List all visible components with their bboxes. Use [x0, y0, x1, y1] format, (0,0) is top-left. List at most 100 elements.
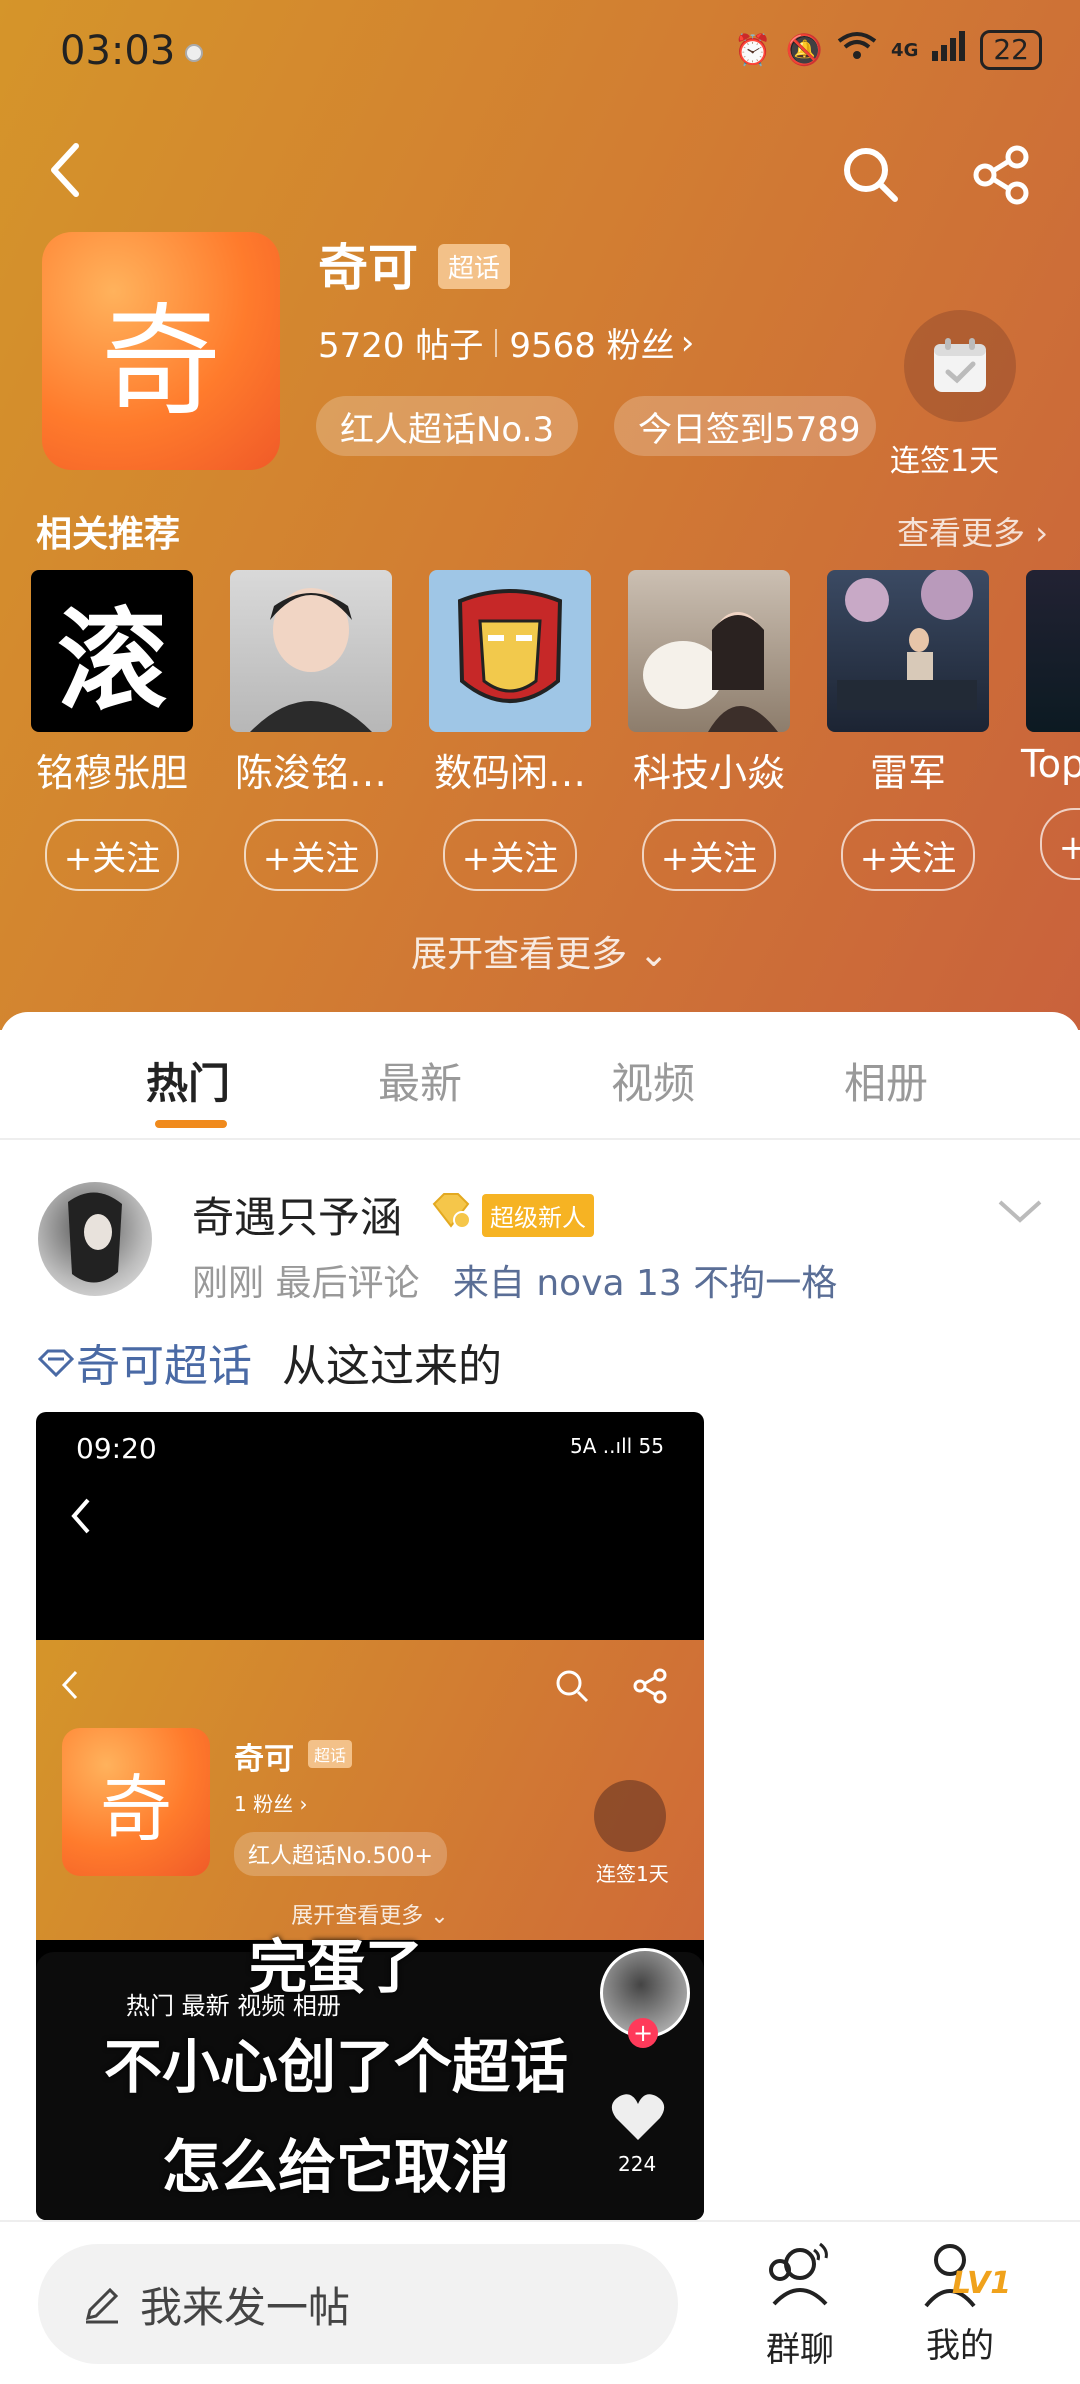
post-body: 从这过来的: [282, 1341, 502, 1392]
rec-item[interactable]: 数码闲… +关注: [410, 570, 610, 891]
checkin-count-pill[interactable]: 今日签到5789: [614, 396, 876, 456]
share-icon[interactable]: [966, 140, 1036, 210]
rank-pill[interactable]: 红人超话No.3: [316, 396, 579, 456]
person-night-photo-icon: [837, 570, 977, 710]
signal-label: 4G: [891, 39, 919, 61]
rec-item[interactable]: 陈浚铭… +关注: [211, 570, 411, 891]
media-avatar-char: 奇: [99, 1766, 172, 1851]
post-media[interactable]: 09:20 5A ..ıll 55 奇 奇可 超话 1 粉丝 › 红人超话No.…: [36, 1412, 704, 2220]
rec-item[interactable]: Top +关注: [1007, 570, 1080, 880]
follow-button[interactable]: +关注: [443, 819, 577, 891]
media-caption-1: 完蛋了: [248, 1933, 423, 2001]
supertopic-diamond-icon: [37, 1349, 75, 1377]
follow-button[interactable]: +关注: [45, 819, 179, 891]
chevron-down-icon: ⌄: [638, 934, 669, 975]
media-caption-3: 怎么给它取消: [161, 2133, 510, 2201]
media-share-icon: [632, 1668, 668, 1708]
notification-dot: [185, 44, 203, 62]
post-text: 奇可超话 从这过来的: [36, 1330, 502, 1394]
supertopic-avatar: 奇: [42, 232, 280, 470]
rec-name: 雷军: [869, 751, 946, 795]
media-fans: 1 粉丝 ›: [234, 1792, 308, 1816]
tab-album[interactable]: 相册: [844, 1050, 928, 1111]
media-like-count: 224: [618, 2152, 657, 2176]
rec-name: 铭穆张胆: [35, 751, 188, 795]
post-author-name[interactable]: 奇遇只予涵: [192, 1184, 402, 1245]
topic-label: 奇可超话: [76, 1341, 252, 1392]
recommendations-row: 滚 铭穆张胆 +关注 陈浚铭… +关注 数码闲… +关注 科技小焱 +关注 雷军…: [0, 570, 1080, 900]
signal-icon: [932, 31, 966, 69]
status-bar: 03:03 ⏰ 🔕 4G 22: [0, 0, 1080, 100]
status-time: 03:03: [60, 28, 176, 74]
supertopic-stats[interactable]: 5720 帖子 9568 粉丝 ›: [318, 318, 694, 367]
recommendations-title: 相关推荐: [36, 514, 181, 555]
diamond-badge-icon: [428, 1192, 474, 1234]
follow-button[interactable]: +关注: [642, 819, 776, 891]
expand-more-label: 展开查看更多: [411, 934, 628, 975]
rec-avatar[interactable]: [230, 570, 392, 732]
back-icon[interactable]: [36, 140, 96, 200]
post-time: 刚刚 最后评论: [192, 1263, 420, 1304]
rec-item[interactable]: 滚 铭穆张胆 +关注: [12, 570, 212, 891]
mine-button[interactable]: LV1 我的: [900, 2236, 1020, 2367]
rec-avatar[interactable]: [1026, 570, 1080, 732]
tab-video[interactable]: 视频: [611, 1050, 695, 1111]
compose-input[interactable]: 我来发一帖: [38, 2244, 678, 2364]
media-status-time: 09:20: [76, 1432, 157, 1465]
rec-item[interactable]: 科技小焱 +关注: [609, 570, 809, 891]
post-source: 来自 nova 13 不拘一格: [452, 1263, 838, 1304]
ironman-mask-icon: [457, 589, 563, 703]
mine-label: 我的: [926, 2326, 994, 2366]
tab-hot[interactable]: 热门: [146, 1050, 230, 1111]
rec-item[interactable]: 雷军 +关注: [808, 570, 1008, 891]
post-meta: 刚刚 最后评论 来自 nova 13 不拘一格: [192, 1254, 837, 1306]
mute-icon: 🔕: [785, 32, 824, 68]
media-back-icon-2: [60, 1668, 80, 1706]
fans-count: 9568 粉丝: [509, 326, 675, 366]
posts-count: 5720 帖子: [318, 326, 484, 366]
compose-placeholder: 我来发一帖: [140, 2282, 351, 2332]
topic-link[interactable]: 奇可超话: [36, 1330, 252, 1394]
avatar-silhouette-icon: [68, 1192, 122, 1283]
active-tab-indicator: [155, 1120, 227, 1128]
calendar-check-icon: [934, 338, 986, 392]
tab-divider: [0, 1138, 1080, 1140]
alarm-icon: ⏰: [734, 32, 772, 68]
media-follow-plus-icon: +: [628, 2018, 658, 2048]
profile-level-icon: LV1: [900, 2236, 1020, 2316]
media-status-icons: 5A ..ıll 55: [570, 1434, 664, 1458]
rec-avatar[interactable]: [429, 570, 591, 732]
rec-name: 数码闲…: [433, 751, 586, 795]
media-rank-pill: 红人超话No.500+: [234, 1832, 447, 1876]
group-chat-label: 群聊: [766, 2330, 834, 2370]
see-more-link[interactable]: 查看更多 ›: [897, 508, 1048, 554]
rec-name: 陈浚铭…: [234, 751, 387, 795]
media-supertopic-avatar: 奇: [62, 1728, 210, 1876]
follow-button[interactable]: +关注: [1040, 808, 1080, 880]
media-back-icon: [70, 1496, 94, 1540]
level-badge: LV1: [952, 2266, 1012, 2301]
post-author-avatar[interactable]: [38, 1182, 152, 1296]
bottom-bar: 我来发一帖 群聊 LV1 我的: [0, 2220, 1080, 2384]
follow-button[interactable]: +关注: [244, 819, 378, 891]
checkin-button[interactable]: [904, 310, 1016, 422]
chevron-down-icon[interactable]: [996, 1196, 1044, 1230]
rec-name: 科技小焱: [632, 751, 785, 795]
media-caption-2: 不小心创了个超话: [103, 2033, 568, 2101]
streak-label: 连签1天: [890, 444, 1000, 479]
search-icon[interactable]: [836, 140, 906, 210]
expand-more-link[interactable]: 展开查看更多 ⌄: [0, 925, 1080, 977]
rec-avatar[interactable]: [628, 570, 790, 732]
group-chat-icon: [769, 2242, 828, 2306]
chevron-right-icon: ›: [680, 322, 695, 363]
wifi-icon: [837, 31, 877, 69]
stats-divider: [495, 328, 498, 357]
rec-avatar[interactable]: [827, 570, 989, 732]
group-chat-button[interactable]: 群聊: [740, 2236, 860, 2371]
person-photo-icon: [250, 588, 372, 732]
follow-button[interactable]: +关注: [841, 819, 975, 891]
rec-name: Top: [1021, 742, 1080, 786]
tab-latest[interactable]: 最新: [378, 1050, 462, 1111]
rec-avatar[interactable]: 滚: [31, 570, 193, 732]
media-badge: 超话: [308, 1740, 353, 1768]
